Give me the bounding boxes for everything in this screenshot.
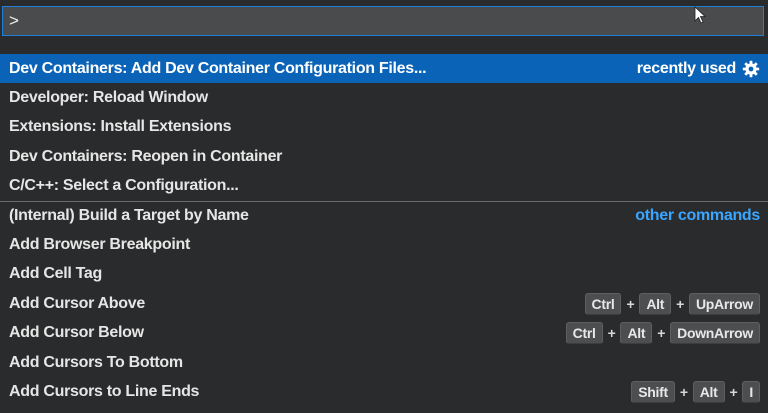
keybinding: Ctrl + Alt + UpArrow bbox=[584, 292, 760, 315]
command-item[interactable]: Dev Containers: Reopen in Container bbox=[0, 142, 768, 171]
command-item[interactable]: Add Cursors To Bottom bbox=[0, 348, 768, 377]
keycap: UpArrow bbox=[688, 292, 760, 315]
command-item-label: Add Browser Breakpoint bbox=[9, 236, 190, 254]
keycap: Alt bbox=[620, 322, 653, 345]
command-item-label: (Internal) Build a Target by Name bbox=[9, 207, 249, 225]
command-item-meta: Ctrl + Alt + UpArrow bbox=[584, 292, 760, 315]
command-item[interactable]: Add Cursor Above Ctrl + Alt + UpArrow bbox=[0, 289, 768, 318]
keycap: Ctrl bbox=[584, 292, 622, 315]
command-item-meta: Shift + Alt + I bbox=[631, 380, 760, 403]
command-list: Dev Containers: Add Dev Container Config… bbox=[0, 54, 768, 407]
command-item[interactable]: C/C++: Select a Configuration... bbox=[0, 172, 768, 201]
keycap: DownArrow bbox=[670, 322, 760, 345]
command-item-meta: Ctrl + Alt + DownArrow bbox=[565, 322, 760, 345]
command-item-label: Developer: Reload Window bbox=[9, 89, 208, 107]
command-input[interactable] bbox=[3, 7, 763, 35]
command-item[interactable]: Add Cell Tag bbox=[0, 260, 768, 289]
command-item-label: Add Cursor Below bbox=[9, 324, 144, 342]
keybinding: Shift + Alt + I bbox=[631, 380, 760, 403]
key-plus: + bbox=[607, 325, 616, 342]
command-input-container bbox=[0, 0, 768, 44]
command-item[interactable]: Developer: Reload Window bbox=[0, 83, 768, 112]
keycap: Alt bbox=[692, 380, 725, 403]
command-item-label: Add Cursor Above bbox=[9, 294, 145, 312]
gear-icon[interactable] bbox=[742, 60, 760, 78]
mouse-pointer-icon bbox=[694, 6, 706, 24]
command-item-label: Add Cursors to Line Ends bbox=[9, 382, 200, 400]
recently-used-label: recently used bbox=[636, 59, 737, 77]
command-item[interactable]: (Internal) Build a Target by Name other c… bbox=[0, 200, 768, 230]
command-item[interactable]: Add Browser Breakpoint bbox=[0, 230, 768, 259]
command-item-label: Add Cell Tag bbox=[9, 265, 102, 283]
command-item-label: Dev Containers: Reopen in Container bbox=[9, 147, 283, 165]
key-plus: + bbox=[729, 383, 738, 400]
other-commands-label: other commands bbox=[635, 207, 760, 225]
command-item-meta: recently used bbox=[637, 60, 760, 78]
command-item-label: Add Cursors To Bottom bbox=[9, 353, 183, 371]
keycap: I bbox=[742, 380, 760, 403]
keycap: Shift bbox=[631, 380, 675, 403]
command-item[interactable]: Add Cursors to Line Ends Shift + Alt + I bbox=[0, 377, 768, 406]
keycap: Alt bbox=[639, 292, 672, 315]
command-item[interactable]: Dev Containers: Add Dev Container Config… bbox=[0, 54, 768, 84]
command-palette: Dev Containers: Add Dev Container Config… bbox=[0, 0, 768, 413]
key-plus: + bbox=[679, 383, 688, 400]
keybinding: Ctrl + Alt + DownArrow bbox=[565, 322, 760, 345]
command-input-box[interactable] bbox=[2, 6, 764, 36]
command-item-label: C/C++: Select a Configuration... bbox=[9, 177, 239, 195]
command-item-meta: other commands bbox=[635, 207, 760, 225]
command-item-label: Dev Containers: Add Dev Container Config… bbox=[9, 59, 427, 77]
command-item-label: Extensions: Install Extensions bbox=[9, 118, 232, 136]
key-plus: + bbox=[676, 295, 684, 312]
key-plus: + bbox=[626, 295, 635, 312]
command-item[interactable]: Extensions: Install Extensions bbox=[0, 113, 768, 142]
keycap: Ctrl bbox=[565, 322, 603, 345]
command-item[interactable]: Add Cursor Below Ctrl + Alt + DownArrow bbox=[0, 319, 768, 348]
key-plus: + bbox=[657, 325, 666, 342]
